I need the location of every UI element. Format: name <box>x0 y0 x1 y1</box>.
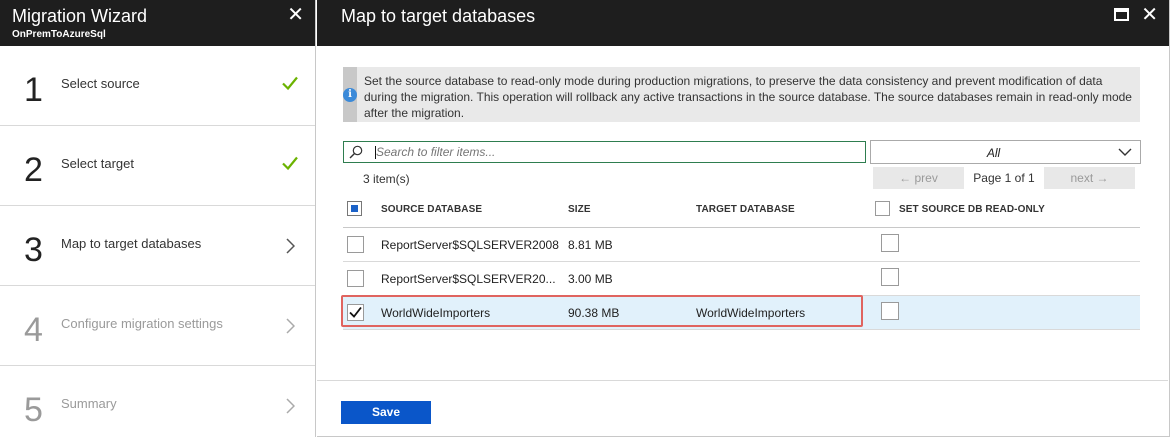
row-select-checkbox[interactable] <box>347 304 364 321</box>
step-label: Select source <box>61 76 140 91</box>
next-page-button[interactable]: next → <box>1044 167 1135 189</box>
column-set-readonly: SET SOURCE DB READ-ONLY <box>899 204 1045 215</box>
pager: ← prev Page 1 of 1 next → <box>873 167 1135 189</box>
column-source-database[interactable]: SOURCE DATABASE <box>381 204 482 215</box>
readonly-all-checkbox[interactable] <box>875 201 890 216</box>
grid-header: SOURCE DATABASE SIZE TARGET DATABASE SET… <box>343 190 1140 228</box>
blade-close-icon[interactable]: ✕ <box>1141 4 1158 26</box>
step-select-source[interactable]: 1 Select source <box>0 46 315 126</box>
step-number: 3 <box>24 231 43 269</box>
blade-title: Map to target databases <box>341 6 536 26</box>
filter-value: All <box>986 146 1001 160</box>
database-grid: SOURCE DATABASE SIZE TARGET DATABASE SET… <box>341 190 1140 330</box>
filter-dropdown[interactable]: All <box>870 140 1141 164</box>
select-all-checkbox[interactable] <box>347 201 362 216</box>
table-row-selected[interactable]: WorldWideImporters 90.38 MB WorldWideImp… <box>341 295 1140 330</box>
size-cell: 3.00 MB <box>568 272 613 286</box>
page-indicator: Page 1 of 1 <box>973 171 1035 185</box>
size-cell: 8.81 MB <box>568 238 613 252</box>
partial-select-mark <box>351 205 358 212</box>
checkmark-icon <box>349 306 362 318</box>
footer-divider <box>317 380 1168 381</box>
step-number: 4 <box>24 311 43 349</box>
save-button[interactable]: Save <box>341 401 431 424</box>
search-input[interactable] <box>376 142 856 162</box>
target-database-cell[interactable]: WorldWideImporters <box>696 306 805 320</box>
info-strip: i <box>343 67 357 122</box>
map-databases-blade: Map to target databases ✕ i Set the sour… <box>317 0 1170 437</box>
column-target-database[interactable]: TARGET DATABASE <box>696 204 795 215</box>
chevron-right-icon <box>286 398 295 414</box>
prev-page-button[interactable]: ← prev <box>873 167 964 189</box>
step-label: Map to target databases <box>61 236 202 251</box>
row-select-checkbox[interactable] <box>347 236 364 253</box>
chevron-right-icon <box>286 318 295 334</box>
step-label: Summary <box>61 396 117 411</box>
readonly-checkbox[interactable] <box>881 268 899 286</box>
chevron-right-icon <box>286 238 295 254</box>
checkmark-icon <box>282 76 298 91</box>
source-database-cell: WorldWideImporters <box>381 306 491 320</box>
step-label: Configure migration settings <box>61 316 223 331</box>
wizard-close-icon[interactable]: ✕ <box>287 4 304 26</box>
wizard-panel: Migration Wizard OnPremToAzureSql ✕ 1 Se… <box>0 0 316 437</box>
checkmark-icon <box>282 156 298 171</box>
search-icon <box>349 145 363 159</box>
step-map-target-databases[interactable]: 3 Map to target databases <box>0 206 315 286</box>
step-number: 1 <box>24 71 43 109</box>
blade-header: Map to target databases ✕ <box>317 0 1169 46</box>
item-count: 3 item(s) <box>363 172 410 186</box>
maximize-icon[interactable] <box>1114 8 1129 21</box>
row-select-checkbox[interactable] <box>347 270 364 287</box>
wizard-header: Migration Wizard OnPremToAzureSql ✕ <box>0 0 315 46</box>
readonly-checkbox[interactable] <box>881 234 899 252</box>
column-size[interactable]: SIZE <box>568 204 591 215</box>
step-summary: 5 Summary <box>0 366 315 437</box>
readonly-checkbox[interactable] <box>881 302 899 320</box>
size-cell: 90.38 MB <box>568 306 620 320</box>
step-configure-migration-settings: 4 Configure migration settings <box>0 286 315 366</box>
table-row[interactable]: ReportServer$SQLSERVER2008 8.81 MB <box>343 228 1140 262</box>
info-text: Set the source database to read-only mod… <box>364 74 1132 120</box>
wizard-subtitle: OnPremToAzureSql <box>12 29 106 40</box>
step-number: 5 <box>24 391 43 429</box>
step-label: Select target <box>61 156 134 171</box>
info-icon: i <box>343 87 357 102</box>
step-select-target[interactable]: 2 Select target <box>0 126 315 206</box>
source-database-cell: ReportServer$SQLSERVER2008 <box>381 238 559 252</box>
info-banner: i Set the source database to read-only m… <box>343 67 1140 122</box>
source-database-cell: ReportServer$SQLSERVER20... <box>381 272 556 286</box>
step-number: 2 <box>24 151 43 189</box>
chevron-down-icon <box>1118 148 1132 156</box>
wizard-title: Migration Wizard <box>12 6 148 26</box>
table-row[interactable]: ReportServer$SQLSERVER20... 3.00 MB <box>343 262 1140 296</box>
search-box[interactable] <box>343 141 866 163</box>
